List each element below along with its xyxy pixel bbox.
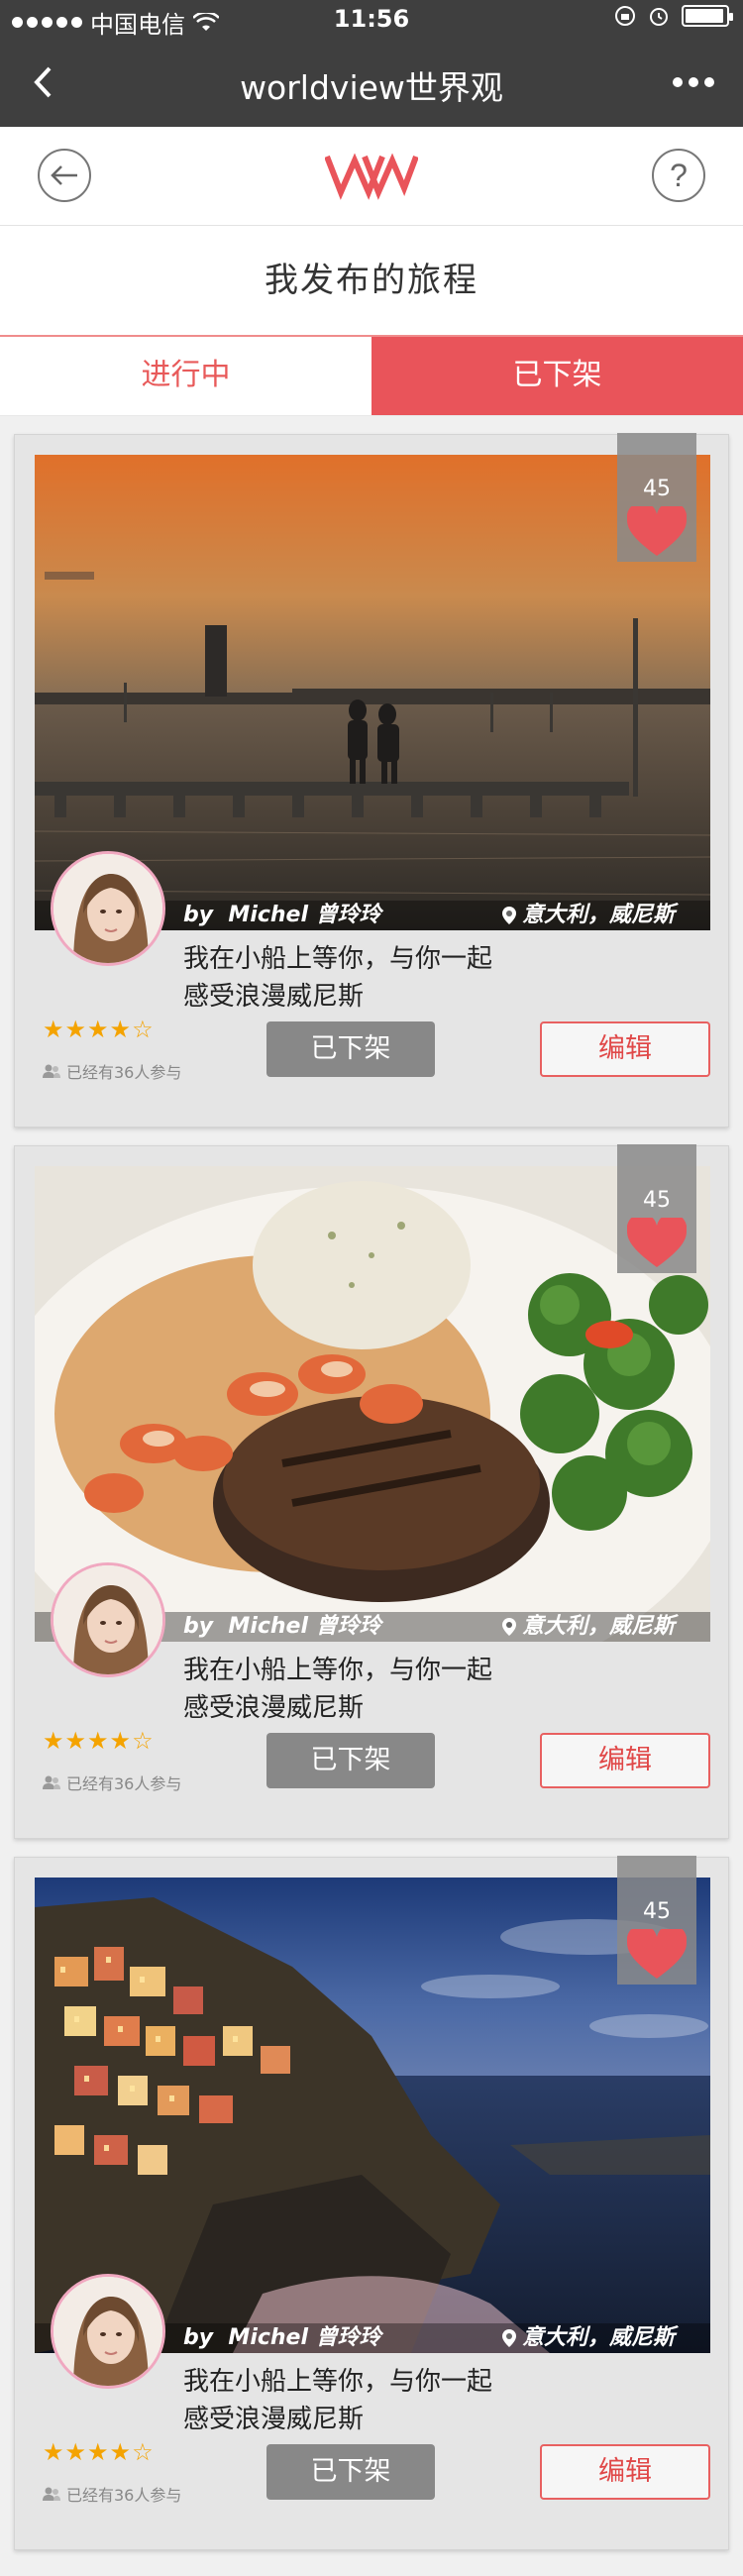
location: 意大利，威尼斯	[501, 2323, 675, 2353]
description-line-2: 感受浪漫威尼斯	[183, 982, 365, 1012]
heart-icon[interactable]	[627, 506, 687, 558]
rating-stars: ★★★★☆	[43, 2438, 155, 2466]
question-icon: ?	[670, 157, 688, 193]
trip-card[interactable]: by Michel 曾玲玲 意大利，威尼斯 45 我在小船上等你，与你一起 感受…	[14, 425, 729, 1127]
participants-text: 已经有36人参与	[66, 1063, 182, 1082]
edit-button[interactable]: 编辑	[540, 1733, 710, 1788]
location-pin-icon	[501, 907, 516, 924]
people-icon	[43, 1775, 60, 1789]
edit-button[interactable]: 编辑	[540, 2444, 710, 2500]
like-ribbon[interactable]: 45	[617, 425, 696, 562]
status-bar: 中国电信 11:56	[0, 0, 743, 40]
location-text: 意大利，威尼斯	[521, 2325, 675, 2350]
participants-text: 已经有36人参与	[66, 2486, 182, 2505]
nav-bar: worldview世界观	[0, 40, 743, 127]
author-byline: by Michel 曾玲玲	[183, 2325, 381, 2350]
tab-in-progress[interactable]: 进行中	[0, 337, 372, 415]
description-line-1: 我在小船上等你，与你一起	[183, 1656, 493, 1685]
participants: 已经有36人参与	[43, 1059, 181, 1083]
rating-stars: ★★★★☆	[43, 1016, 155, 1043]
author-byline: by Michel 曾玲玲	[183, 1614, 381, 1639]
description-line-2: 感受浪漫威尼斯	[183, 1693, 365, 1723]
battery-icon	[682, 5, 733, 27]
app-header: ?	[0, 127, 743, 226]
orientation-lock-icon	[615, 6, 635, 26]
trip-description: 我在小船上等你，与你一起 感受浪漫威尼斯	[183, 940, 599, 1016]
offline-button[interactable]: 已下架	[266, 1021, 435, 1077]
nav-title: worldview世界观	[240, 68, 503, 107]
page-title: 我发布的旅程	[0, 226, 743, 335]
trip-card[interactable]: by Michel 曾玲玲 意大利，威尼斯 45 我在小船上等你，与你一起 感受…	[14, 1136, 729, 1839]
status-tabs: 进行中 已下架	[0, 335, 743, 416]
author-avatar[interactable]	[51, 1562, 165, 1677]
more-menu-button[interactable]	[664, 57, 723, 107]
back-button[interactable]	[38, 149, 91, 202]
heart-icon[interactable]	[627, 1929, 687, 1981]
status-icons	[614, 5, 733, 27]
description-line-2: 感受浪漫威尼斯	[183, 2405, 365, 2434]
location-pin-icon	[501, 2329, 516, 2347]
author-avatar[interactable]	[51, 851, 165, 966]
trip-description: 我在小船上等你，与你一起 感受浪漫威尼斯	[183, 1652, 599, 1727]
like-count: 45	[643, 477, 671, 501]
location: 意大利，威尼斯	[501, 901, 675, 930]
participants: 已经有36人参与	[43, 1771, 181, 1794]
alarm-icon	[650, 8, 668, 26]
like-count: 45	[643, 1899, 671, 1924]
like-ribbon[interactable]: 45	[617, 1136, 696, 1273]
edit-button[interactable]: 编辑	[540, 1021, 710, 1077]
worldview-logo	[325, 153, 418, 200]
rating-stars: ★★★★☆	[43, 1727, 155, 1755]
people-icon	[43, 2487, 60, 2501]
location-text: 意大利，威尼斯	[521, 903, 675, 927]
heart-icon[interactable]	[627, 1218, 687, 1269]
participants: 已经有36人参与	[43, 2482, 181, 2506]
offline-button[interactable]: 已下架	[266, 1733, 435, 1788]
offline-button[interactable]: 已下架	[266, 2444, 435, 2500]
author-byline: by Michel 曾玲玲	[183, 903, 381, 927]
location-text: 意大利，威尼斯	[521, 1614, 675, 1639]
like-ribbon[interactable]: 45	[617, 1848, 696, 1985]
location-pin-icon	[501, 1618, 516, 1636]
author-avatar[interactable]	[51, 2274, 165, 2389]
people-icon	[43, 1064, 60, 1078]
trip-description: 我在小船上等你，与你一起 感受浪漫威尼斯	[183, 2363, 599, 2438]
trip-card[interactable]: by Michel 曾玲玲 意大利，威尼斯 45 我在小船上等你，与你一起 感受…	[14, 1848, 729, 2550]
description-line-1: 我在小船上等你，与你一起	[183, 2367, 493, 2397]
like-count: 45	[643, 1188, 671, 1213]
tab-offline[interactable]: 已下架	[372, 337, 743, 415]
help-button[interactable]: ?	[652, 149, 705, 202]
description-line-1: 我在小船上等你，与你一起	[183, 944, 493, 974]
participants-text: 已经有36人参与	[66, 1774, 182, 1793]
arrow-left-icon	[51, 165, 77, 185]
location: 意大利，威尼斯	[501, 1612, 675, 1642]
